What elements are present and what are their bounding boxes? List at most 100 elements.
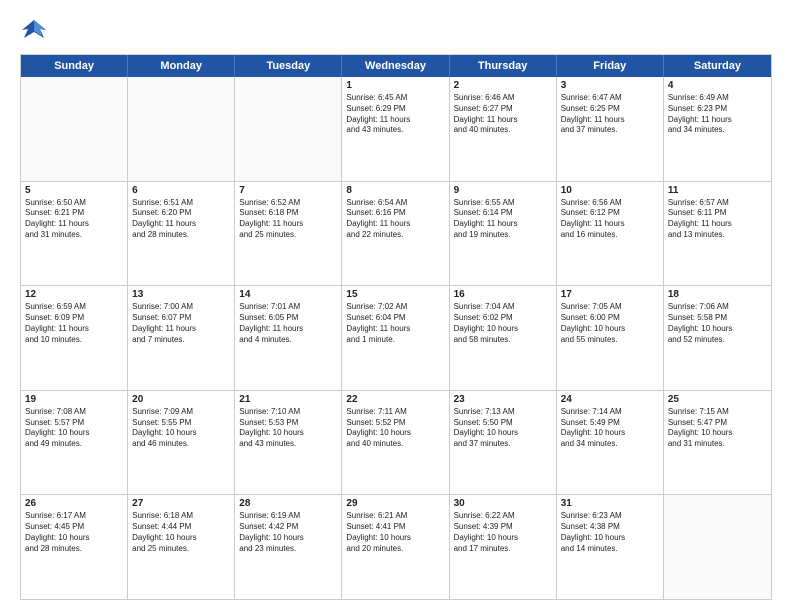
day-cell-14: 14 Sunrise: 7:01 AM Sunset: 6:05 PM Dayli…	[235, 286, 342, 390]
day-number: 26	[25, 498, 123, 509]
day-cell-13: 13 Sunrise: 7:00 AM Sunset: 6:07 PM Dayli…	[128, 286, 235, 390]
header-day-saturday: Saturday	[664, 55, 771, 77]
day-number: 13	[132, 289, 230, 300]
calendar-row-2: 12 Sunrise: 6:59 AM Sunset: 6:09 PM Dayli…	[21, 285, 771, 390]
day-number: 14	[239, 289, 337, 300]
calendar-body: 1 Sunrise: 6:45 AM Sunset: 6:29 PM Daylig…	[21, 77, 771, 599]
day-number: 23	[454, 394, 552, 405]
day-info: Sunrise: 7:09 AM Sunset: 5:55 PM Dayligh…	[132, 407, 230, 450]
day-info: Sunrise: 7:01 AM Sunset: 6:05 PM Dayligh…	[239, 302, 337, 345]
header	[20, 16, 772, 44]
day-info: Sunrise: 7:00 AM Sunset: 6:07 PM Dayligh…	[132, 302, 230, 345]
day-cell-16: 16Sunrise: 7:04 AM Sunset: 6:02 PM Dayli…	[450, 286, 557, 390]
header-day-friday: Friday	[557, 55, 664, 77]
day-number: 25	[668, 394, 767, 405]
day-info: Sunrise: 6:22 AM Sunset: 4:39 PM Dayligh…	[454, 511, 552, 554]
day-info: Sunrise: 7:10 AM Sunset: 5:53 PM Dayligh…	[239, 407, 337, 450]
day-info: Sunrise: 6:52 AM Sunset: 6:18 PM Dayligh…	[239, 198, 337, 241]
header-day-sunday: Sunday	[21, 55, 128, 77]
day-info: Sunrise: 7:02 AM Sunset: 6:04 PM Dayligh…	[346, 302, 444, 345]
day-number: 28	[239, 498, 337, 509]
day-number: 20	[132, 394, 230, 405]
day-info: Sunrise: 6:56 AM Sunset: 6:12 PM Dayligh…	[561, 198, 659, 241]
day-cell-26: 26 Sunrise: 6:17 AM Sunset: 4:45 PM Dayli…	[21, 495, 128, 599]
day-number: 30	[454, 498, 552, 509]
day-number: 11	[668, 185, 767, 196]
day-info: Sunrise: 7:11 AM Sunset: 5:52 PM Dayligh…	[346, 407, 444, 450]
day-cell-9: 9Sunrise: 6:55 AM Sunset: 6:14 PM Daylig…	[450, 182, 557, 286]
day-info: Sunrise: 6:50 AM Sunset: 6:21 PM Dayligh…	[25, 198, 123, 241]
day-number: 24	[561, 394, 659, 405]
day-info: Sunrise: 6:23 AM Sunset: 4:38 PM Dayligh…	[561, 511, 659, 554]
day-number: 22	[346, 394, 444, 405]
day-number: 2	[454, 80, 552, 91]
day-number: 12	[25, 289, 123, 300]
day-number: 3	[561, 80, 659, 91]
day-cell-17: 17Sunrise: 7:05 AM Sunset: 6:00 PM Dayli…	[557, 286, 664, 390]
empty-cell-0-0	[21, 77, 128, 181]
calendar-row-4: 26 Sunrise: 6:17 AM Sunset: 4:45 PM Dayli…	[21, 494, 771, 599]
day-cell-2: 2 Sunrise: 6:46 AM Sunset: 6:27 PM Daylig…	[450, 77, 557, 181]
header-day-wednesday: Wednesday	[342, 55, 449, 77]
day-cell-25: 25Sunrise: 7:15 AM Sunset: 5:47 PM Dayli…	[664, 391, 771, 495]
day-info: Sunrise: 6:57 AM Sunset: 6:11 PM Dayligh…	[668, 198, 767, 241]
day-number: 21	[239, 394, 337, 405]
day-info: Sunrise: 6:17 AM Sunset: 4:45 PM Dayligh…	[25, 511, 123, 554]
day-cell-29: 29 Sunrise: 6:21 AM Sunset: 4:41 PM Dayli…	[342, 495, 449, 599]
day-cell-23: 23 Sunrise: 7:13 AM Sunset: 5:50 PM Dayli…	[450, 391, 557, 495]
header-day-tuesday: Tuesday	[235, 55, 342, 77]
header-day-thursday: Thursday	[450, 55, 557, 77]
day-number: 8	[346, 185, 444, 196]
day-info: Sunrise: 6:45 AM Sunset: 6:29 PM Dayligh…	[346, 93, 444, 136]
day-info: Sunrise: 6:51 AM Sunset: 6:20 PM Dayligh…	[132, 198, 230, 241]
day-info: Sunrise: 7:08 AM Sunset: 5:57 PM Dayligh…	[25, 407, 123, 450]
day-cell-31: 31 Sunrise: 6:23 AM Sunset: 4:38 PM Dayli…	[557, 495, 664, 599]
day-cell-6: 6Sunrise: 6:51 AM Sunset: 6:20 PM Daylig…	[128, 182, 235, 286]
day-cell-21: 21 Sunrise: 7:10 AM Sunset: 5:53 PM Dayli…	[235, 391, 342, 495]
calendar-header: SundayMondayTuesdayWednesdayThursdayFrid…	[21, 55, 771, 77]
day-number: 27	[132, 498, 230, 509]
day-cell-28: 28 Sunrise: 6:19 AM Sunset: 4:42 PM Dayli…	[235, 495, 342, 599]
empty-cell-4-6	[664, 495, 771, 599]
day-cell-11: 11 Sunrise: 6:57 AM Sunset: 6:11 PM Dayli…	[664, 182, 771, 286]
day-cell-24: 24 Sunrise: 7:14 AM Sunset: 5:49 PM Dayli…	[557, 391, 664, 495]
calendar-row-0: 1 Sunrise: 6:45 AM Sunset: 6:29 PM Daylig…	[21, 77, 771, 181]
day-info: Sunrise: 6:54 AM Sunset: 6:16 PM Dayligh…	[346, 198, 444, 241]
logo	[20, 16, 52, 44]
day-number: 1	[346, 80, 444, 91]
day-info: Sunrise: 6:46 AM Sunset: 6:27 PM Dayligh…	[454, 93, 552, 136]
day-number: 31	[561, 498, 659, 509]
day-number: 5	[25, 185, 123, 196]
day-cell-22: 22 Sunrise: 7:11 AM Sunset: 5:52 PM Dayli…	[342, 391, 449, 495]
day-cell-20: 20 Sunrise: 7:09 AM Sunset: 5:55 PM Dayli…	[128, 391, 235, 495]
day-cell-15: 15 Sunrise: 7:02 AM Sunset: 6:04 PM Dayli…	[342, 286, 449, 390]
day-number: 19	[25, 394, 123, 405]
day-cell-8: 8 Sunrise: 6:54 AM Sunset: 6:16 PM Daylig…	[342, 182, 449, 286]
day-cell-12: 12 Sunrise: 6:59 AM Sunset: 6:09 PM Dayli…	[21, 286, 128, 390]
day-info: Sunrise: 6:21 AM Sunset: 4:41 PM Dayligh…	[346, 511, 444, 554]
empty-cell-0-1	[128, 77, 235, 181]
day-number: 29	[346, 498, 444, 509]
day-cell-5: 5 Sunrise: 6:50 AM Sunset: 6:21 PM Daylig…	[21, 182, 128, 286]
header-day-monday: Monday	[128, 55, 235, 77]
day-number: 4	[668, 80, 767, 91]
empty-cell-0-2	[235, 77, 342, 181]
day-info: Sunrise: 7:05 AM Sunset: 6:00 PM Dayligh…	[561, 302, 659, 345]
day-cell-7: 7 Sunrise: 6:52 AM Sunset: 6:18 PM Daylig…	[235, 182, 342, 286]
day-info: Sunrise: 6:47 AM Sunset: 6:25 PM Dayligh…	[561, 93, 659, 136]
calendar-row-3: 19 Sunrise: 7:08 AM Sunset: 5:57 PM Dayli…	[21, 390, 771, 495]
day-info: Sunrise: 6:49 AM Sunset: 6:23 PM Dayligh…	[668, 93, 767, 136]
day-info: Sunrise: 6:59 AM Sunset: 6:09 PM Dayligh…	[25, 302, 123, 345]
day-info: Sunrise: 7:13 AM Sunset: 5:50 PM Dayligh…	[454, 407, 552, 450]
calendar-row-1: 5 Sunrise: 6:50 AM Sunset: 6:21 PM Daylig…	[21, 181, 771, 286]
day-cell-1: 1 Sunrise: 6:45 AM Sunset: 6:29 PM Daylig…	[342, 77, 449, 181]
day-cell-27: 27 Sunrise: 6:18 AM Sunset: 4:44 PM Dayli…	[128, 495, 235, 599]
day-number: 15	[346, 289, 444, 300]
day-info: Sunrise: 6:18 AM Sunset: 4:44 PM Dayligh…	[132, 511, 230, 554]
day-info: Sunrise: 6:19 AM Sunset: 4:42 PM Dayligh…	[239, 511, 337, 554]
day-info: Sunrise: 7:14 AM Sunset: 5:49 PM Dayligh…	[561, 407, 659, 450]
page: SundayMondayTuesdayWednesdayThursdayFrid…	[0, 0, 792, 612]
day-number: 7	[239, 185, 337, 196]
day-number: 18	[668, 289, 767, 300]
day-info: Sunrise: 7:04 AM Sunset: 6:02 PM Dayligh…	[454, 302, 552, 345]
